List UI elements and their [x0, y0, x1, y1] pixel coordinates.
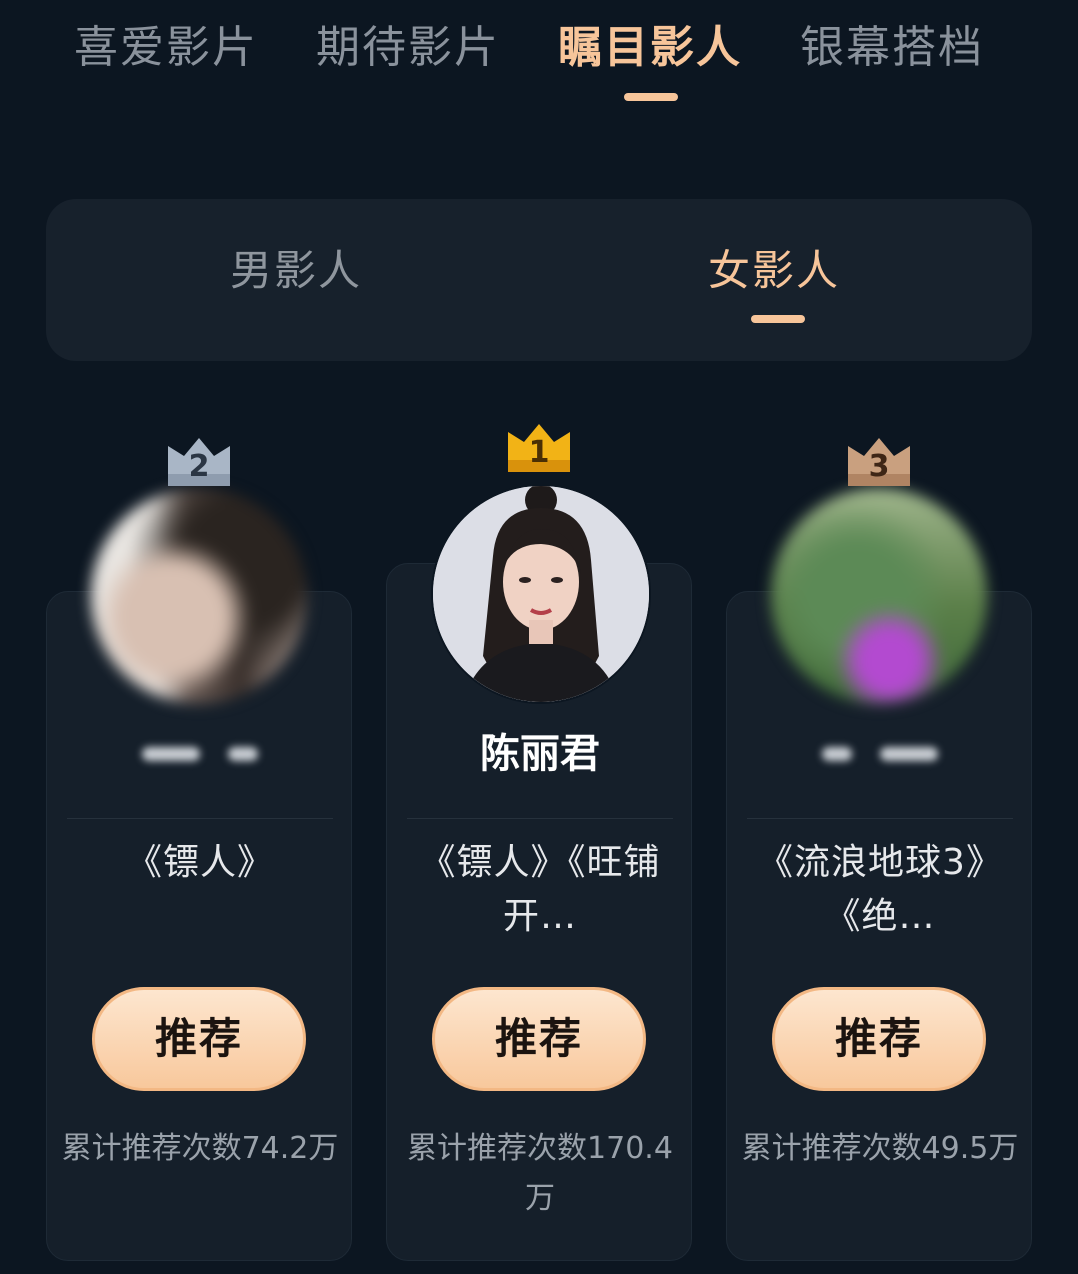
recommend-count: 累计推荐次数49.5万 — [741, 1131, 1019, 1166]
rank-number: 1 — [528, 435, 550, 470]
rank-2-crown-icon: 2 — [166, 436, 232, 488]
active-tab-indicator — [624, 93, 678, 101]
masked-name — [47, 726, 353, 782]
works-text: 《镖人》《旺铺开… — [419, 842, 661, 937]
tab-anticipated-films[interactable]: 期待影片 — [316, 18, 500, 78]
avatar[interactable] — [431, 484, 651, 704]
active-gender-indicator — [751, 315, 805, 323]
avatar[interactable] — [771, 488, 987, 704]
portrait-image — [433, 486, 649, 702]
works-text: 《流浪地球3》《绝… — [757, 842, 1003, 937]
rank-3-crown-icon: 3 — [846, 436, 912, 488]
top-tab-bar: 喜爱影片 期待影片 瞩目影人 银幕搭档 — [0, 0, 1078, 120]
rank-number: 3 — [868, 449, 890, 484]
card-divider — [407, 818, 673, 819]
card-divider — [747, 818, 1013, 819]
avatar[interactable] — [91, 488, 307, 704]
tab-favorite-films[interactable]: 喜爱影片 — [74, 18, 258, 78]
rank-1-crown-icon: 1 — [506, 422, 572, 474]
tab-male-filmmakers[interactable]: 男影人 — [230, 241, 362, 301]
recommend-button[interactable]: 推荐 — [772, 987, 986, 1091]
masked-name — [727, 726, 1033, 782]
recommend-button[interactable]: 推荐 — [432, 987, 646, 1091]
recommend-count: 累计推荐次数74.2万 — [61, 1131, 339, 1166]
gender-toggle: 男影人 女影人 — [46, 199, 1032, 361]
rank-number: 2 — [188, 449, 210, 484]
tab-female-filmmakers[interactable]: 女影人 — [708, 241, 840, 301]
card-divider — [67, 818, 333, 819]
tab-notable-filmmakers[interactable]: 瞩目影人 — [558, 18, 742, 78]
tab-screen-partners[interactable]: 银幕搭档 — [800, 18, 984, 78]
filmmaker-name: 陈丽君 — [480, 731, 600, 777]
works-text: 《镖人》 — [125, 842, 274, 883]
recommend-button[interactable]: 推荐 — [92, 987, 306, 1091]
recommend-count: 累计推荐次数170.4万 — [407, 1131, 673, 1216]
